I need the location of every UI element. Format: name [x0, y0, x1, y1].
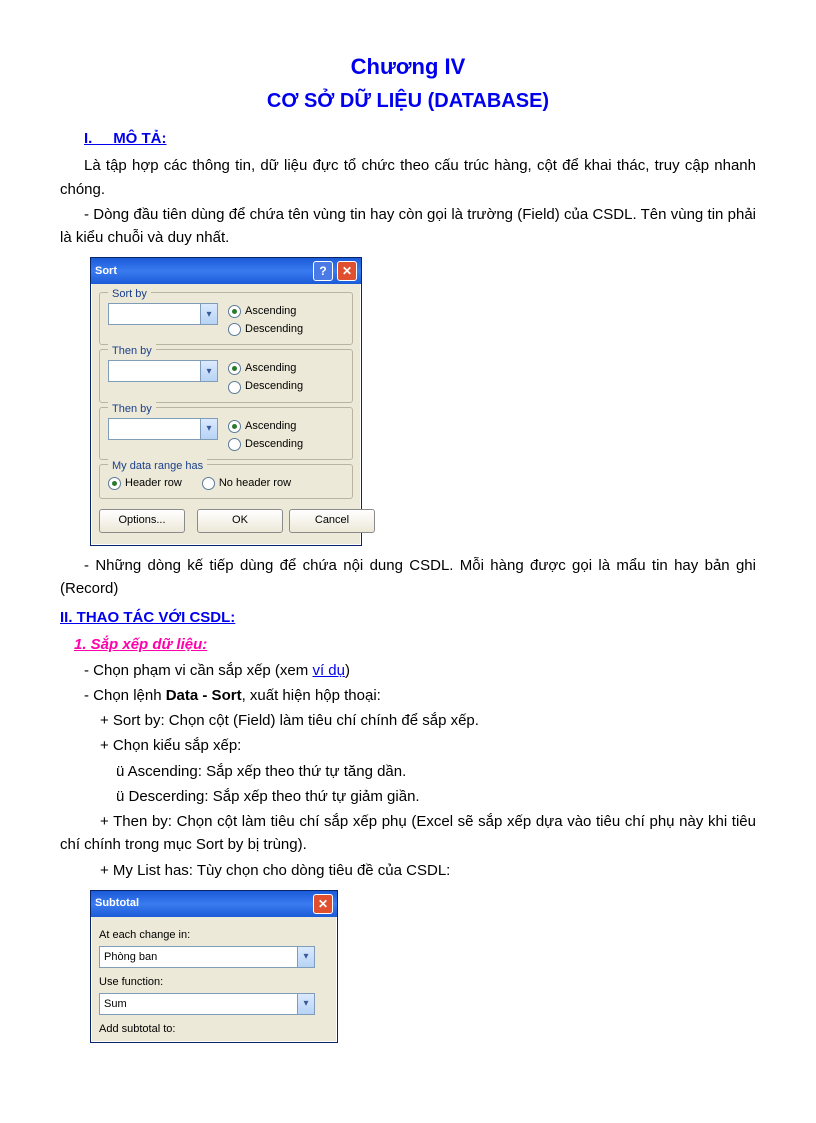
radio-label: Ascending — [245, 303, 296, 320]
chevron-down-icon[interactable]: ▾ — [200, 304, 217, 324]
then-by-2-group: Then by ▾ Ascending Descending — [99, 407, 353, 460]
paragraph: + Chọn kiểu sắp xếp: — [60, 734, 756, 757]
close-button[interactable]: ✕ — [313, 894, 333, 914]
combo-value — [109, 361, 200, 381]
sort-title-text: Sort — [95, 263, 117, 280]
then-by-1-field-combo[interactable]: ▾ — [108, 360, 218, 382]
chevron-down-icon[interactable]: ▾ — [200, 419, 217, 439]
text: ) — [345, 662, 350, 679]
text: - Chọn lệnh — [84, 687, 166, 704]
radio-label: Ascending — [245, 418, 296, 435]
at-each-change-label: At each change in: — [99, 927, 329, 944]
add-subtotal-to-label: Add subtotal to: — [99, 1021, 329, 1038]
combo-value — [109, 304, 200, 324]
my-data-range-legend: My data range has — [108, 458, 207, 475]
then-by-1-asc-radio[interactable]: Ascending — [228, 360, 303, 377]
chevron-down-icon[interactable]: ▾ — [200, 361, 217, 381]
paragraph: - Dòng đầu tiên dùng để chứa tên vùng ti… — [60, 203, 756, 250]
heading-mo-ta-text: MÔ TẢ: — [113, 130, 166, 147]
sort-titlebar[interactable]: Sort ? ✕ — [91, 258, 361, 284]
then-by-2-field-combo[interactable]: ▾ — [108, 418, 218, 440]
sort-by-group: Sort by ▾ Ascending Descending — [99, 292, 353, 345]
at-each-change-combo[interactable]: Phòng ban ▾ — [99, 946, 315, 968]
page-title: Chương IV — [60, 50, 756, 84]
radio-label: Header row — [125, 475, 182, 492]
subtotal-titlebar[interactable]: Subtotal ✕ — [91, 891, 337, 917]
cancel-button[interactable]: Cancel — [289, 509, 375, 533]
radio-label: Descending — [245, 321, 303, 338]
ok-button[interactable]: OK — [197, 509, 283, 533]
then-by-2-desc-radio[interactable]: Descending — [228, 436, 303, 453]
sort-dialog: Sort ? ✕ Sort by ▾ Ascending Descending — [90, 257, 362, 545]
header-row-radio[interactable]: Header row — [108, 475, 182, 492]
combo-value: Phòng ban — [100, 947, 297, 967]
then-by-1-desc-radio[interactable]: Descending — [228, 378, 303, 395]
text: - Chọn phạm vi cần sắp xếp (xem — [84, 662, 312, 679]
then-by-2-legend: Then by — [108, 401, 156, 418]
combo-value — [109, 419, 200, 439]
chevron-down-icon[interactable]: ▾ — [297, 994, 314, 1014]
paragraph: - Những dòng kế tiếp dùng để chứa nội du… — [60, 554, 756, 601]
radio-label: Descending — [245, 436, 303, 453]
paragraph: Là tập hợp các thông tin, dữ liệu đực tổ… — [60, 154, 756, 201]
sort-by-desc-radio[interactable]: Descending — [228, 321, 303, 338]
options-button[interactable]: Options... — [99, 509, 185, 533]
radio-label: Descending — [245, 378, 303, 395]
heading-thao-tac: II. THAO TÁC VỚI CSDL: — [60, 606, 756, 629]
use-function-combo[interactable]: Sum ▾ — [99, 993, 315, 1015]
then-by-1-group: Then by ▾ Ascending Descending — [99, 349, 353, 402]
radio-label: Ascending — [245, 360, 296, 377]
paragraph: + Then by: Chọn cột làm tiêu chí sắp xếp… — [60, 810, 756, 857]
close-button[interactable]: ✕ — [337, 261, 357, 281]
paragraph: ü Ascending: Sắp xếp theo thứ tự tăng dầ… — [60, 760, 756, 783]
then-by-1-legend: Then by — [108, 343, 156, 360]
subtotal-title-text: Subtotal — [95, 895, 139, 912]
paragraph: + My List has: Tùy chọn cho dòng tiêu đề… — [60, 859, 756, 882]
command-text: Data - Sort — [166, 687, 242, 704]
paragraph: ü Descerding: Sắp xếp theo thứ tự giảm g… — [60, 785, 756, 808]
use-function-label: Use function: — [99, 974, 329, 991]
page-subtitle: CƠ SỞ DỮ LIỆU (DATABASE) — [60, 86, 756, 117]
my-data-range-group: My data range has Header row No header r… — [99, 464, 353, 499]
heading-sap-xep: 1. Sắp xếp dữ liệu: — [74, 633, 756, 656]
combo-value: Sum — [100, 994, 297, 1014]
then-by-2-asc-radio[interactable]: Ascending — [228, 418, 303, 435]
radio-label: No header row — [219, 475, 291, 492]
heading-mo-ta: I. MÔ TẢ: — [84, 127, 756, 150]
heading-mo-ta-num: I. — [84, 130, 92, 147]
paragraph-with-command: - Chọn lệnh Data - Sort, xuất hiện hộp t… — [60, 684, 756, 707]
example-link[interactable]: ví dụ — [312, 662, 345, 679]
sort-by-legend: Sort by — [108, 286, 151, 303]
help-button[interactable]: ? — [313, 261, 333, 281]
chevron-down-icon[interactable]: ▾ — [297, 947, 314, 967]
text: , xuất hiện hộp thoại: — [242, 687, 381, 704]
sort-by-asc-radio[interactable]: Ascending — [228, 303, 303, 320]
sort-by-field-combo[interactable]: ▾ — [108, 303, 218, 325]
paragraph-with-link: - Chọn phạm vi cần sắp xếp (xem ví dụ) — [60, 659, 756, 682]
paragraph: + Sort by: Chọn cột (Field) làm tiêu chí… — [60, 709, 756, 732]
subtotal-dialog: Subtotal ✕ At each change in: Phòng ban … — [90, 890, 338, 1043]
no-header-row-radio[interactable]: No header row — [202, 475, 291, 492]
